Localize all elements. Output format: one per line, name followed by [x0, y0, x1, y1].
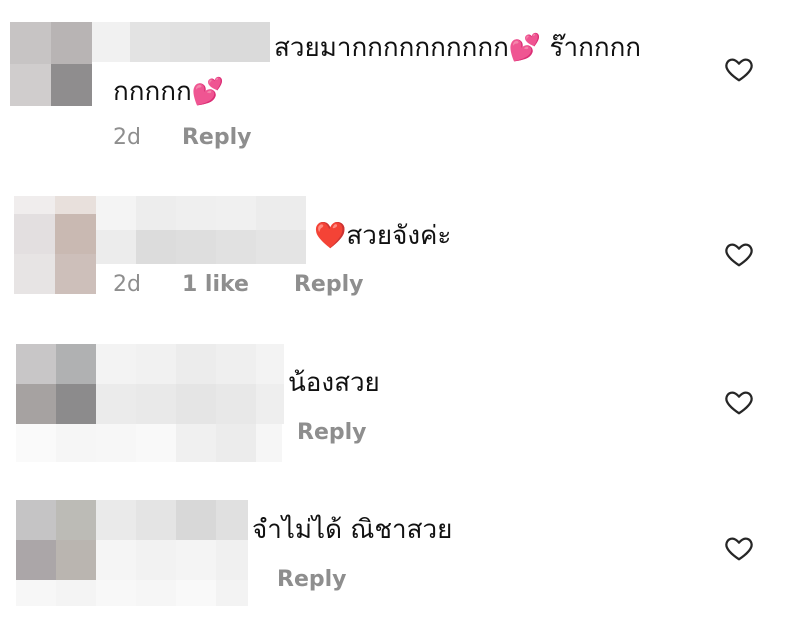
- comment-text: น้องสวย: [288, 368, 380, 398]
- username-blurred[interactable]: [96, 196, 306, 264]
- avatar-blurred[interactable]: [16, 344, 96, 424]
- reply-button[interactable]: Reply: [297, 420, 367, 445]
- username-blurred[interactable]: [96, 344, 284, 424]
- heart-outline-icon[interactable]: [724, 387, 754, 417]
- timestamp: 2d: [113, 125, 141, 150]
- comment-meta: 2d Reply: [113, 125, 251, 150]
- heart-outline-icon[interactable]: [724, 239, 754, 269]
- username-blurred[interactable]: [92, 22, 270, 62]
- timestamp: 2d: [113, 272, 141, 297]
- comment-meta: Reply: [297, 420, 367, 445]
- heart-outline-icon[interactable]: [724, 54, 754, 84]
- comment-meta: Reply: [277, 567, 347, 592]
- avatar-blurred[interactable]: [10, 22, 92, 106]
- comment-text-continued: กกกกก💕: [113, 77, 225, 107]
- comment-text: สวยมากกกกกกกกกก💕 ร๊ากกกก: [274, 33, 642, 63]
- avatar-blurred[interactable]: [16, 500, 96, 580]
- comment-text: จำไม่ได้ ณิชาสวย: [252, 515, 453, 545]
- reply-button[interactable]: Reply: [277, 567, 347, 592]
- two-hearts-icon: 💕: [191, 77, 225, 107]
- blur-strip: [16, 580, 96, 606]
- likes-count[interactable]: 1 like: [182, 272, 249, 297]
- two-hearts-icon: 💕: [508, 33, 542, 63]
- reply-button[interactable]: Reply: [294, 272, 364, 297]
- blur-strip: [16, 424, 282, 462]
- comment-1: สวยมากกกกกกกกกก💕 ร๊ากกกก กกกกก💕 2d Reply: [0, 0, 800, 170]
- red-heart-icon: ❤️: [314, 221, 347, 251]
- comment-text: ❤️สวยจังค่ะ: [314, 221, 452, 251]
- reply-button[interactable]: Reply: [182, 125, 252, 150]
- username-blurred[interactable]: [96, 500, 248, 606]
- comment-meta: 2d 1 like Reply: [113, 272, 363, 297]
- heart-outline-icon[interactable]: [724, 533, 754, 563]
- avatar-blurred[interactable]: [14, 196, 96, 294]
